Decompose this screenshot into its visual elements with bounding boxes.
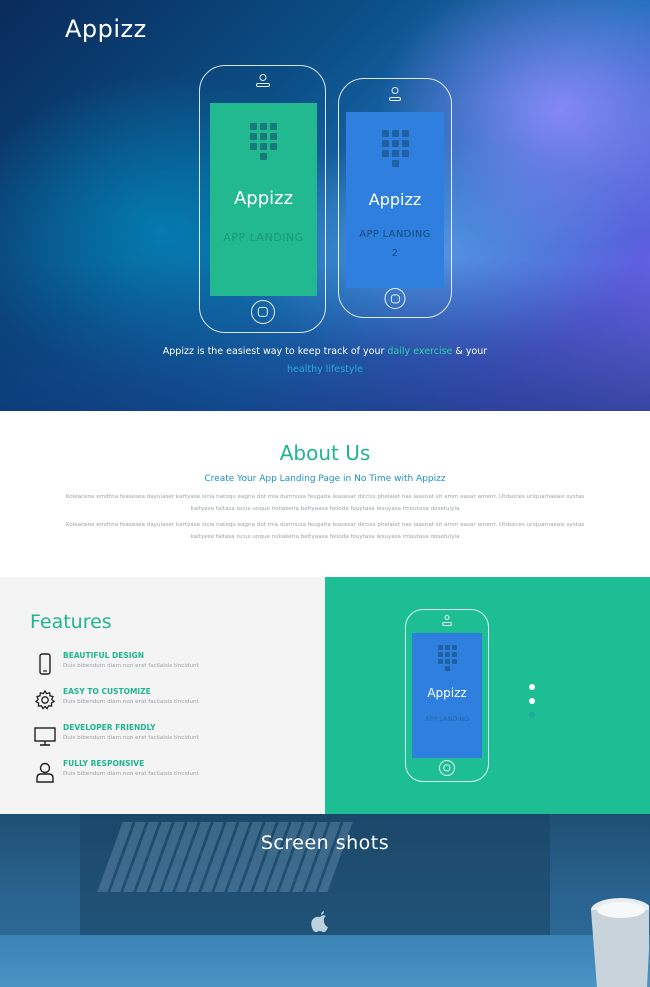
slider-dot[interactable] — [529, 684, 535, 690]
phone-app-title: Appizz — [368, 190, 422, 209]
feature-description: Duis bibendum diam non erat facilaisis t… — [63, 699, 199, 705]
screenshots-section: Screen shots — [0, 814, 650, 987]
feature-description: Duis bibendum diam non erat facilaisis t… — [63, 663, 199, 669]
slider-dot-active[interactable] — [529, 698, 535, 704]
phone-screen: Appizz APP LANDING — [412, 633, 482, 758]
section-title: About Us — [279, 441, 371, 465]
phone-app-title: Appizz — [427, 686, 467, 700]
phone-speaker — [255, 83, 270, 87]
phone-camera — [444, 615, 450, 620]
feature-description: Duis bibendum diam non erat facilaisis t… — [63, 735, 199, 741]
slider-pagination — [529, 684, 535, 726]
home-button-icon — [439, 760, 455, 776]
about-section: About Us Create Your App Landing Page in… — [0, 411, 650, 577]
feature-title: DEVELOPER FRIENDLY — [63, 723, 156, 732]
monitor-icon — [34, 727, 56, 746]
section-title: Features — [30, 611, 112, 633]
logo[interactable]: Appizz — [65, 15, 147, 43]
home-button-icon — [384, 288, 406, 309]
phone-speaker — [442, 622, 452, 626]
phone-app-subtitle: APP LANDING — [223, 231, 304, 244]
phone-app-subtitle: APP LANDING — [424, 715, 470, 723]
apple-logo-icon — [311, 911, 328, 933]
phone-speaker — [389, 97, 401, 101]
home-button-icon — [250, 300, 275, 324]
hero-tagline: Appizz is the easiest way to keep track … — [160, 343, 490, 379]
phone-screen: Appizz APP LANDING — [210, 103, 317, 296]
phone-mockup-secondary: Appizz APP LANDING 2 — [338, 78, 452, 318]
coffee-cup-image — [591, 898, 649, 987]
keypad-icon — [381, 130, 409, 167]
tagline-text: Appizz is the easiest way to keep track … — [162, 346, 388, 357]
section-title: Screen shots — [260, 832, 390, 854]
phone-camera — [391, 87, 399, 94]
phone-camera — [259, 74, 266, 81]
phone-mockup-features: Appizz APP LANDING — [405, 609, 489, 782]
phone-app-subtitle: APP LANDING 2 — [359, 225, 430, 263]
background-desk — [0, 935, 650, 987]
keypad-icon — [437, 645, 457, 671]
feature-title: EASY TO CUSTOMIZE — [63, 687, 151, 696]
feature-title: BEAUTIFUL DESIGN — [63, 651, 144, 660]
user-icon — [36, 762, 54, 783]
subtitle-line: APP LANDING — [359, 229, 431, 240]
feature-description: Duis bibendum diam non erat facilaisis t… — [63, 771, 199, 777]
tagline-text: & your — [452, 346, 488, 357]
tagline-highlight: daily exercise — [387, 346, 453, 357]
hero-section: Appizz Appizz APP LANDING Appizz APP LAN… — [0, 0, 650, 411]
about-paragraph: Koleacene emittna feasesea dayulaser kar… — [65, 522, 585, 540]
keypad-icon — [250, 123, 277, 160]
smartphone-icon — [39, 653, 51, 675]
feature-title: FULLY RESPONSIVE — [63, 759, 145, 768]
slider-dot[interactable] — [529, 712, 535, 718]
tagline-highlight: healthy lifestyle — [287, 364, 363, 375]
phone-mockup-main: Appizz APP LANDING — [199, 65, 326, 333]
phone-screen: Appizz APP LANDING 2 — [346, 112, 444, 288]
gear-icon — [34, 689, 56, 710]
subtitle-line: 2 — [391, 248, 399, 259]
phone-app-title: Appizz — [233, 188, 294, 209]
about-paragraph: Koleacene emittna feasesea dayulaser kar… — [65, 494, 585, 512]
section-subtitle: Create Your App Landing Page in No Time … — [204, 474, 446, 484]
